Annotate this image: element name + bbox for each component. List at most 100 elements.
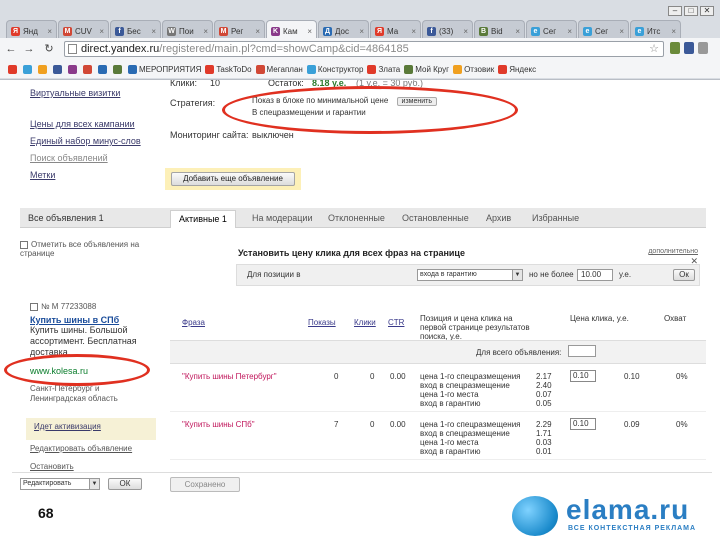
bookmark-item[interactable]: Яндекс (498, 64, 536, 74)
tab-close-icon[interactable]: × (99, 27, 104, 36)
bid-input[interactable]: 0.10 (570, 418, 596, 430)
ad-checkbox[interactable] (30, 302, 38, 311)
browser-tab[interactable]: Д Дос × (318, 20, 369, 38)
browser-tab[interactable]: Я Ма × (370, 20, 421, 38)
vcards-link[interactable]: Виртуальные визитки (30, 88, 170, 98)
address-bar[interactable]: direct.yandex.ru/registered/main.pl?cmd=… (64, 41, 664, 57)
tab-close-icon[interactable]: × (151, 27, 156, 36)
browser-tab[interactable]: f (33) × (422, 20, 473, 38)
phrase-text[interactable]: "Купить шины СПб" (182, 420, 255, 429)
browser-tab[interactable]: M CUV × (58, 20, 109, 38)
bookmark-item[interactable]: Мой Круг (404, 64, 449, 74)
bid-input[interactable]: 0.10 (570, 370, 596, 382)
bookmark-item[interactable] (98, 64, 109, 74)
col-positions: Позиция и цена клика на первой странице … (420, 314, 530, 341)
bookmark-item[interactable] (113, 64, 124, 74)
tab-close-icon[interactable]: × (515, 27, 520, 36)
all-ads-label[interactable]: Все объявления 1 (28, 213, 104, 223)
tab-close-icon[interactable]: × (671, 27, 676, 36)
extension-icon[interactable] (670, 42, 680, 54)
forward-icon[interactable]: → (22, 42, 36, 56)
extension-icon[interactable] (684, 42, 694, 54)
tab-rejected[interactable]: Отклоненные (328, 213, 385, 223)
bookmark-item[interactable]: МЕРОПРИЯТИЯ (128, 64, 201, 74)
bid-panel-help-link[interactable]: дополнительно (648, 248, 698, 255)
tab-close-icon[interactable]: × (463, 27, 468, 36)
ad-status-link[interactable]: Идет активизация (34, 422, 101, 431)
favicon-icon: B (479, 27, 488, 36)
tab-close-icon[interactable]: × (255, 27, 260, 36)
ads-status-tabs: Все объявления 1 Активные 1 На модерации… (20, 208, 706, 228)
bookmark-item[interactable]: Злата (367, 64, 400, 74)
bookmark-item[interactable]: TaskToDo (205, 64, 252, 74)
table-row: "Купить шины СПб" 7 0 0.00 цена 1-го спецраз… (170, 412, 706, 460)
reload-icon[interactable]: ↻ (42, 42, 56, 56)
ctr-value: 0.00 (390, 372, 406, 381)
brand-logo: elama.ru ВСЕ КОНТЕКСТНАЯ РЕКЛАМА (506, 492, 716, 540)
tab-stopped[interactable]: Остановленные (402, 213, 469, 223)
currency-label: у.е. (619, 270, 632, 279)
browser-tab[interactable]: e Сег × (578, 20, 629, 38)
strategy-change-button[interactable]: изменить (396, 97, 438, 106)
ads-search-link[interactable]: Поиск объявлений (30, 153, 170, 163)
tab-close-icon[interactable]: × (567, 27, 572, 36)
shows-value: 0 (334, 372, 339, 381)
browser-tab[interactable]: e Сег × (526, 20, 577, 38)
action-ok-button[interactable]: ОК (108, 478, 142, 490)
close-window-icon[interactable]: ✕ (700, 6, 714, 16)
tab-close-icon[interactable]: × (359, 27, 364, 36)
bookmark-item[interactable] (23, 64, 34, 74)
ad-title[interactable]: Купить шины в СПб (30, 315, 156, 325)
action-select-value: Редактировать (23, 480, 72, 487)
browser-tab[interactable]: B Bid × (474, 20, 525, 38)
minimize-icon[interactable]: – (668, 6, 682, 16)
stop-ad-link[interactable]: Остановить (30, 462, 74, 471)
tab-close-icon[interactable]: × (411, 27, 416, 36)
phrase-text[interactable]: "Купить шины Петербург" (182, 372, 277, 381)
col-ctr[interactable]: CTR (388, 318, 404, 327)
browser-tab[interactable]: e Итс × (630, 20, 681, 38)
browser-tab[interactable]: K Кам × (266, 20, 317, 38)
back-icon[interactable]: ← (4, 42, 18, 56)
all-ad-bid-input[interactable] (568, 345, 596, 357)
bookmark-item[interactable] (53, 64, 64, 74)
tab-close-icon[interactable]: × (619, 27, 624, 36)
bookmark-item[interactable] (38, 64, 49, 74)
tab-close-icon[interactable]: × (307, 27, 312, 36)
browser-tab[interactable]: f Бес × (110, 20, 161, 38)
tab-close-icon[interactable]: × (47, 27, 52, 36)
bid-ok-button[interactable]: Ок (673, 269, 695, 281)
browser-tab[interactable]: W Пои × (162, 20, 213, 38)
minus-words-link[interactable]: Единый набор минус-слов (30, 136, 170, 146)
prices-link[interactable]: Цены для всех кампании (30, 119, 170, 129)
col-phrase[interactable]: Фраза (182, 318, 205, 327)
max-price-input[interactable]: 10.00 (577, 269, 613, 281)
bookmark-star-icon[interactable]: ☆ (649, 42, 659, 56)
col-shows[interactable]: Показы (308, 318, 336, 327)
tab-active[interactable]: Активные 1 (170, 210, 236, 228)
maximize-icon[interactable]: □ (684, 6, 698, 16)
bid-panel-form: Для позиции в входа в гарантию ▼ но не б… (236, 264, 700, 286)
ad-card: № М 77233088 Купить шины в СПб Купить ши… (30, 302, 156, 404)
edit-ad-link[interactable]: Редактировать объявление (30, 444, 132, 453)
favicon-icon: W (167, 27, 176, 36)
col-clicks[interactable]: Клики (354, 318, 376, 327)
browser-tab[interactable]: Я Янд × (6, 20, 57, 38)
bookmark-item[interactable] (83, 64, 94, 74)
browser-tab[interactable]: M Рег × (214, 20, 265, 38)
add-ad-button[interactable]: Добавить еще объявление (171, 172, 295, 186)
bookmark-item[interactable]: Мегаплан (255, 64, 303, 74)
tab-moderation[interactable]: На модерации (252, 213, 312, 223)
bookmark-item[interactable] (8, 64, 19, 74)
wrench-icon[interactable] (698, 42, 708, 54)
action-select[interactable]: Редактировать ▼ (20, 478, 100, 490)
tab-favorites[interactable]: Избранные (532, 213, 579, 223)
bookmark-item[interactable]: Конструктор (306, 64, 363, 74)
tab-close-icon[interactable]: × (203, 27, 208, 36)
bookmark-item[interactable] (68, 64, 79, 74)
position-select[interactable]: входа в гарантию ▼ (417, 269, 523, 281)
tab-archive[interactable]: Архив (486, 213, 511, 223)
tags-link[interactable]: Метки (30, 170, 170, 180)
select-all-checkbox[interactable] (20, 240, 28, 249)
bookmark-item[interactable]: Отзовик (453, 64, 494, 74)
